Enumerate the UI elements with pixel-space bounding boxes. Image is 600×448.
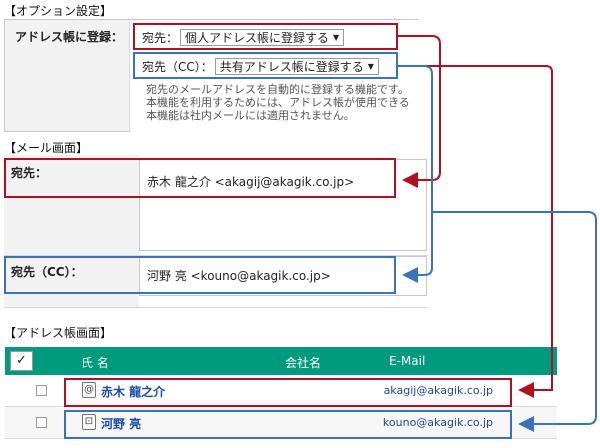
address-register-label: アドレス帳に登録： <box>15 30 124 44</box>
table-row: @ 赤木 龍之介 akagij@akagik.co.jp <box>5 375 557 407</box>
mail-to-label: 宛先： <box>11 166 48 180</box>
mail-cc-label: 宛先（CC）： <box>11 265 83 279</box>
to-register-select[interactable]: 個人アドレス帳に登録する ▼ <box>180 29 345 46</box>
cc-register-value: 共有アドレス帳に登録する <box>219 60 364 74</box>
column-company[interactable]: 会社名 <box>285 354 321 371</box>
addressbook-header: ✓ 氏 名 会社名 E-Mail <box>5 347 557 375</box>
contact-name-link[interactable]: 河野 亮 <box>101 415 141 432</box>
addressbook-section-title: 【アドレス帳画面】 <box>4 326 113 340</box>
select-all-checkbox[interactable]: ✓ <box>10 351 33 371</box>
mail-cc-field[interactable]: 河野 亮 <kouno@akagik.co.jp> <box>139 256 427 296</box>
description-line: 宛先のメールアドレスを自動的に登録する機能です。 <box>146 83 409 96</box>
mail-cc-value: 河野 亮 <kouno@akagik.co.jp> <box>147 269 331 283</box>
description-line: 本機能を利用するためには、アドレス帳が使用できる <box>146 96 410 109</box>
to-register-row: 宛先： 個人アドレス帳に登録する ▼ <box>142 29 345 46</box>
option-panel: アドレス帳に登録： 宛先： 個人アドレス帳に登録する ▼ 宛先（CC）： 共有ア… <box>4 19 419 132</box>
mail-panel: 宛先： 赤木 龍之介 <akagij@akagik.co.jp> 宛先（CC）：… <box>4 155 428 315</box>
to-register-label: 宛先： <box>142 31 179 45</box>
divider <box>4 307 428 308</box>
row-checkbox[interactable] <box>36 417 47 428</box>
chevron-down-icon: ▼ <box>367 62 374 71</box>
row-checkbox[interactable] <box>36 385 47 396</box>
description-line: 本機能は社内メールには適用されません。 <box>146 109 355 122</box>
to-register-value: 個人アドレス帳に登録する <box>185 31 330 45</box>
contact-email-link[interactable]: akagij@akagik.co.jp <box>384 384 493 397</box>
contact-name-link[interactable]: 赤木 龍之介 <box>101 383 165 400</box>
table-row: ⊡ 河野 亮 kouno@akagik.co.jp <box>5 407 557 439</box>
option-description: 宛先のメールアドレスを自動的に登録する機能です。 本機能を利用するためには、アド… <box>146 83 418 122</box>
mail-to-value: 赤木 龍之介 <akagij@akagik.co.jp> <box>147 175 355 189</box>
shared-contact-icon: ⊡ <box>82 414 96 430</box>
mail-section-title: 【メール画面】 <box>4 141 89 155</box>
cc-register-select[interactable]: 共有アドレス帳に登録する ▼ <box>214 58 379 75</box>
option-controls: 宛先： 個人アドレス帳に登録する ▼ 宛先（CC）： 共有アドレス帳に登録する … <box>129 20 419 132</box>
contact-email-link[interactable]: kouno@akagik.co.jp <box>383 416 493 429</box>
mail-to-field[interactable]: 赤木 龍之介 <akagij@akagik.co.jp> <box>139 159 427 251</box>
cc-register-label: 宛先（CC）： <box>142 60 213 74</box>
cc-register-row: 宛先（CC）： 共有アドレス帳に登録する ▼ <box>142 58 379 75</box>
chevron-down-icon: ▼ <box>333 33 340 42</box>
option-section-title: 【オプション設定】 <box>4 4 113 18</box>
email-contact-icon: @ <box>82 382 96 398</box>
column-email[interactable]: E-Mail <box>389 354 425 368</box>
column-name[interactable]: 氏 名 <box>81 354 109 371</box>
